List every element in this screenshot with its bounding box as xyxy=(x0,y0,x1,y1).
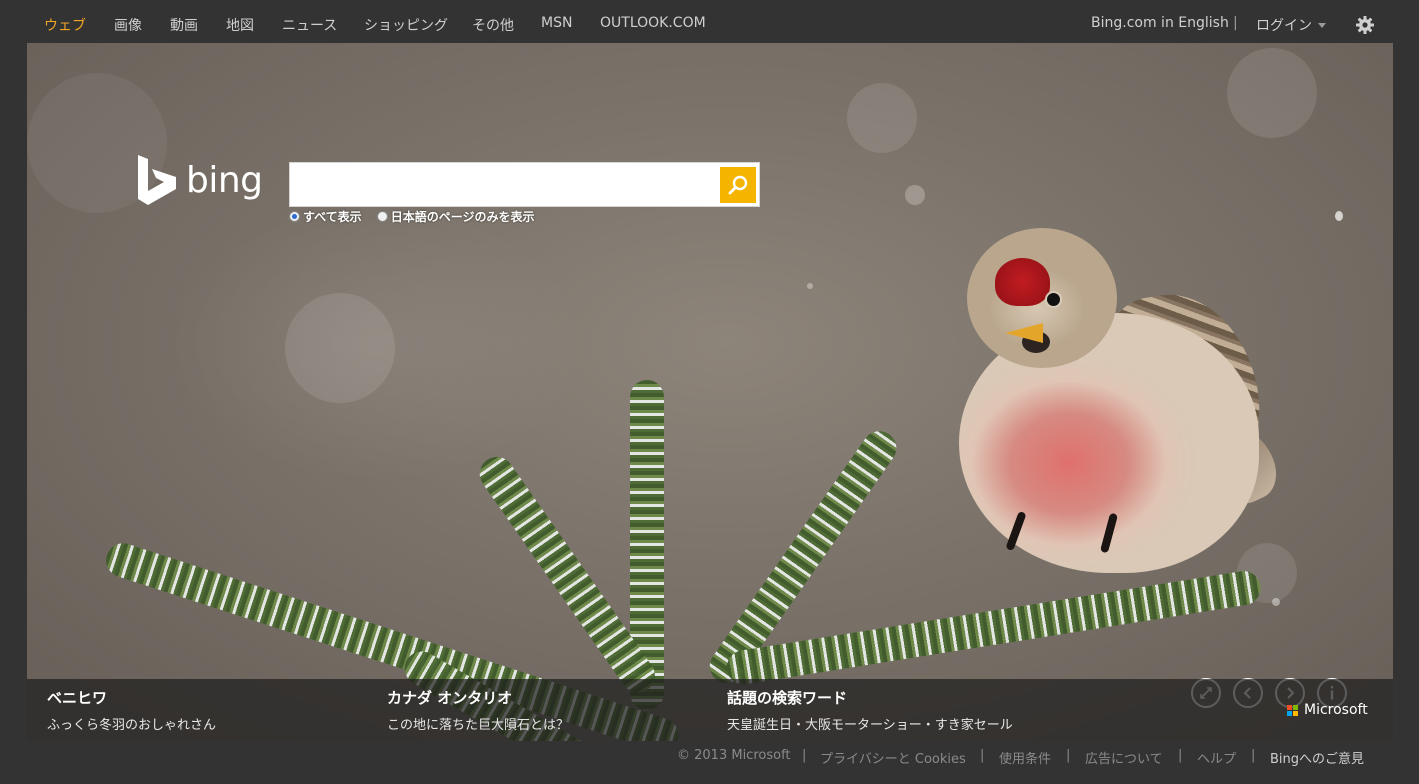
scope-japanese-radio[interactable]: 日本語のページのみを表示 xyxy=(376,208,535,225)
nav-item-msn[interactable]: MSN xyxy=(541,15,572,31)
info-card-trending[interactable]: 話題の検索ワード 天皇誕生日・大阪モーターショー・すき家セール xyxy=(727,687,1013,733)
fir-branch xyxy=(724,568,1264,687)
snowflake xyxy=(905,185,925,205)
nav-item-news[interactable]: ニュース xyxy=(282,15,337,35)
bird-beak xyxy=(1005,323,1043,343)
bokeh-light xyxy=(285,293,395,403)
login-label: ログイン xyxy=(1256,18,1312,34)
nav-item-maps[interactable]: 地図 xyxy=(226,15,254,35)
nav-separator: | xyxy=(1233,15,1238,31)
top-navigation: ウェブ 画像 動画 地図 ニュース ショッピング その他 MSN OUTLOOK… xyxy=(0,0,1419,46)
footer-link-terms[interactable]: 使用条件 xyxy=(999,748,1051,767)
bokeh-light xyxy=(1227,48,1317,138)
footer-link-advertising[interactable]: 広告について xyxy=(1085,748,1163,767)
english-link[interactable]: Bing.com in English xyxy=(1091,15,1229,31)
info-card-location[interactable]: カナダ オンタリオ この地に落ちた巨大隕石とは？ xyxy=(387,687,569,733)
copyright-text: © 2013 Microsoft xyxy=(677,748,791,763)
info-card-subtitle: 天皇誕生日・大阪モーターショー・すき家セール xyxy=(727,718,1013,733)
microsoft-logo[interactable]: Microsoft xyxy=(1287,702,1368,718)
search-input[interactable] xyxy=(290,163,718,206)
bing-wordmark: bing xyxy=(186,159,263,201)
info-card-image-story[interactable]: ベニヒワ ふっくら冬羽のおしゃれさん xyxy=(47,687,216,733)
nav-item-shopping[interactable]: ショッピング xyxy=(364,15,448,35)
search-icon xyxy=(728,175,748,195)
chevron-down-icon xyxy=(1318,23,1326,28)
search-box xyxy=(289,162,760,207)
login-button[interactable]: ログイン xyxy=(1256,15,1326,35)
microsoft-wordmark: Microsoft xyxy=(1304,702,1368,718)
info-card-subtitle: ふっくら冬羽のおしゃれさん xyxy=(47,718,217,733)
scope-all-radio[interactable]: すべて表示 xyxy=(289,208,362,225)
nav-item-outlook[interactable]: OUTLOOK.COM xyxy=(600,15,706,31)
nav-item-web[interactable]: ウェブ xyxy=(44,15,86,35)
radio-button-checked[interactable] xyxy=(289,211,300,222)
nav-item-images[interactable]: 画像 xyxy=(114,15,142,35)
bird-red-cap xyxy=(995,258,1050,306)
info-bar: ベニヒワ ふっくら冬羽のおしゃれさん カナダ オンタリオ この地に落ちた巨大隕石… xyxy=(27,679,1393,741)
snowflake xyxy=(807,283,813,289)
search-button[interactable] xyxy=(720,167,756,203)
footer-separator: | xyxy=(1066,748,1071,763)
footer-separator: | xyxy=(1251,748,1256,763)
scope-all-label: すべて表示 xyxy=(303,210,362,224)
nav-item-more[interactable]: その他 xyxy=(472,15,514,35)
nav-item-videos[interactable]: 動画 xyxy=(170,15,198,35)
scope-japanese-label: 日本語のページのみを表示 xyxy=(390,210,535,224)
footer-link-help[interactable]: ヘルプ xyxy=(1197,748,1236,767)
bing-b-icon xyxy=(138,155,176,205)
info-card-title: 話題の検索ワード xyxy=(727,689,848,707)
info-card-title: ベニヒワ xyxy=(47,689,108,707)
gear-icon[interactable] xyxy=(1355,15,1375,35)
bing-logo[interactable]: bing xyxy=(136,155,263,205)
info-card-title: カナダ オンタリオ xyxy=(387,689,513,707)
footer: © 2013 Microsoft | プライバシーと Cookies | 使用条… xyxy=(0,748,1419,768)
snowflake xyxy=(1335,211,1343,221)
bokeh-light xyxy=(847,83,917,153)
footer-separator: | xyxy=(1178,748,1183,763)
footer-link-privacy[interactable]: プライバシーと Cookies xyxy=(820,748,966,767)
radio-button-unchecked[interactable] xyxy=(376,211,388,222)
footer-separator: | xyxy=(802,748,807,763)
search-scope-options: すべて表示 日本語のページのみを表示 xyxy=(289,208,534,225)
footer-separator: | xyxy=(980,748,985,763)
hero-image xyxy=(27,43,1393,741)
footer-link-feedback[interactable]: Bingへのご意見 xyxy=(1270,748,1364,767)
snowflake xyxy=(1272,598,1280,606)
info-card-subtitle: この地に落ちた巨大隕石とは？ xyxy=(387,718,570,733)
microsoft-squares-icon xyxy=(1287,704,1298,716)
bird-eye xyxy=(1047,293,1060,306)
